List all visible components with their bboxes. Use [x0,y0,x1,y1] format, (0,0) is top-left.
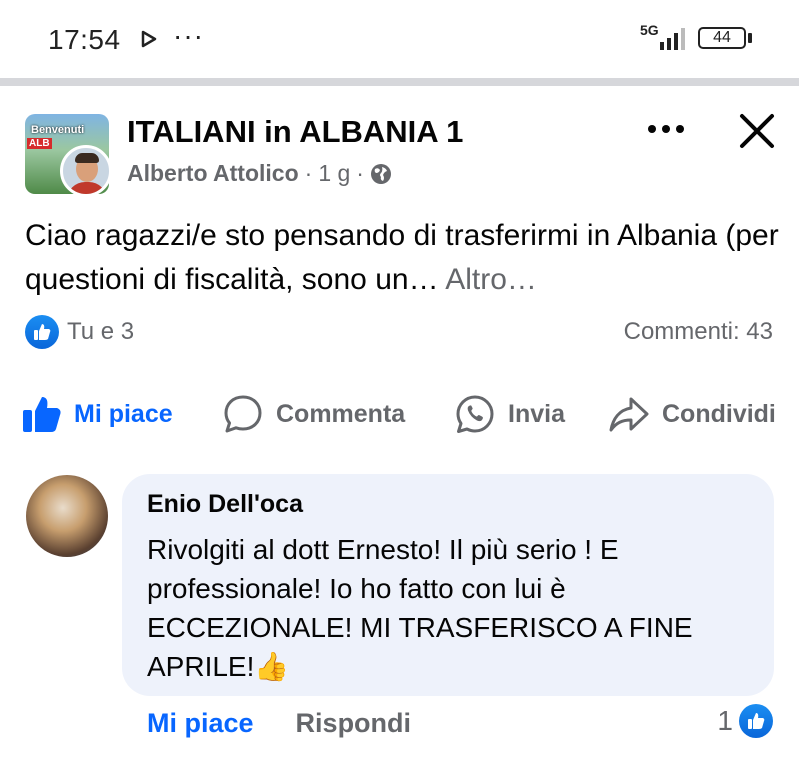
comment-reactions[interactable]: 1 [717,704,773,738]
divider [0,78,799,86]
reactions-label: Tu e 3 [67,318,135,345]
status-dots: ··· [173,20,204,51]
network-type: 5G [640,22,659,38]
like-reaction-icon [25,315,59,349]
battery-tip [748,33,752,43]
group-name[interactable]: ITALIANI in ALBANIA 1 [127,114,463,150]
reactions-summary[interactable]: Tu e 3 [25,314,134,350]
commenter-avatar[interactable] [26,475,108,557]
see-more-link[interactable]: Altro… [445,263,537,296]
like-reaction-icon [739,704,773,738]
share-button[interactable]: Condividi [608,386,776,442]
share-icon [609,397,649,432]
avatar-shirt [67,182,107,194]
send-label: Invia [508,399,565,428]
comment-label: Commenta [276,399,406,428]
send-button[interactable]: Invia [454,386,565,442]
status-time: 17:54 [48,24,121,55]
comments-count[interactable]: Commenti: 43 [624,318,773,346]
post-meta: Alberto Attolico · 1 g · [127,160,392,187]
post-action-bar: Mi piace Commenta Invia Condividi [0,386,799,442]
status-bar: 17:54 ··· 5G 44 [0,0,799,78]
thumbs-up-emoji: 👍 [254,651,290,682]
post-body: Ciao ragazzi/e sto pensando di trasferir… [25,219,779,296]
signal-icon [660,28,685,50]
more-options-icon[interactable] [644,114,688,144]
meta-separator: · [356,160,364,186]
whatsapp-icon [456,395,494,433]
group-avatar-flag-text: ALB [27,138,52,149]
meta-separator: · [304,160,313,186]
group-avatar-text: Benvenuti [31,124,85,136]
play-icon [141,30,157,48]
comment-actions: Mi piace Rispondi [147,708,411,739]
avatar-hair [75,153,99,163]
post-text: Ciao ragazzi/e sto pensando di trasferir… [25,214,785,302]
comment-like-button[interactable]: Mi piace [147,708,254,739]
thumbs-up-icon [23,397,61,432]
comment-reaction-count: 1 [717,705,733,736]
comment-reply-button[interactable]: Rispondi [296,708,412,739]
comment-icon [224,395,262,433]
comment-body: Rivolgiti al dott Ernesto! Il più serio … [147,534,693,682]
comment-text: Rivolgiti al dott Ernesto! Il più serio … [147,530,757,686]
battery-icon: 44 [698,27,746,49]
author-name[interactable]: Alberto Attolico [127,160,299,187]
close-icon[interactable] [733,107,781,155]
post-time[interactable]: 1 g [318,160,350,187]
author-avatar[interactable] [60,145,112,197]
comment-author[interactable]: Enio Dell'oca [147,490,303,519]
like-label: Mi piace [74,399,173,428]
like-button[interactable]: Mi piace [22,386,173,442]
share-label: Condividi [662,399,776,428]
comment-button[interactable]: Commenta [222,386,405,442]
globe-icon [370,163,391,184]
